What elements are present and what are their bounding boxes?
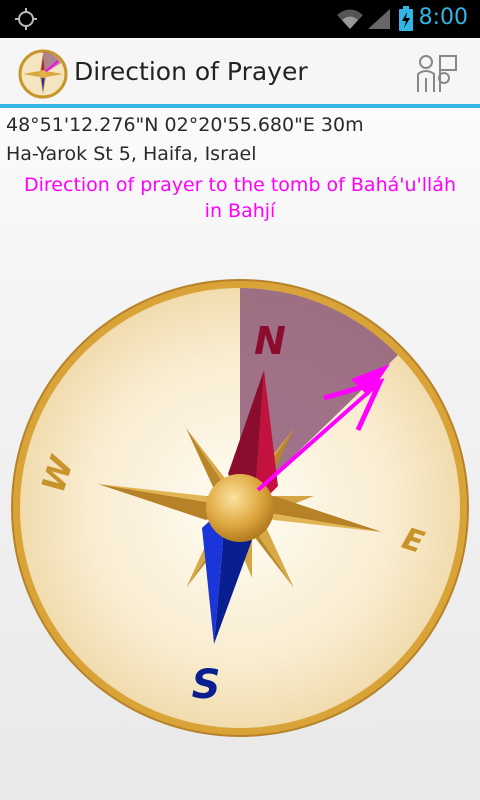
compass-north-label: N	[254, 319, 286, 363]
action-bar: Direction of Prayer	[0, 38, 480, 108]
wifi-icon	[337, 9, 363, 29]
signal-icon	[368, 9, 390, 29]
compass: N E S W	[11, 279, 469, 737]
app-title: Direction of Prayer	[74, 57, 308, 86]
gps-coordinates: 48°51'12.276"N 02°20'55.680"E 30m	[6, 114, 364, 136]
status-bar: 8:00	[0, 0, 480, 38]
current-address: Ha-Yarok St 5, Haifa, Israel	[6, 143, 257, 165]
prayer-direction-caption: Direction of prayer to the tomb of Bahá'…	[24, 174, 456, 222]
action-bar-divider	[0, 104, 480, 108]
gps-icon	[15, 8, 37, 30]
battery-charging-icon	[399, 6, 413, 31]
compass-south-label: S	[192, 662, 221, 708]
compass-star-icon[interactable]	[18, 49, 68, 99]
status-clock: 8:00	[418, 5, 468, 30]
people-flag-icon[interactable]	[410, 48, 462, 100]
